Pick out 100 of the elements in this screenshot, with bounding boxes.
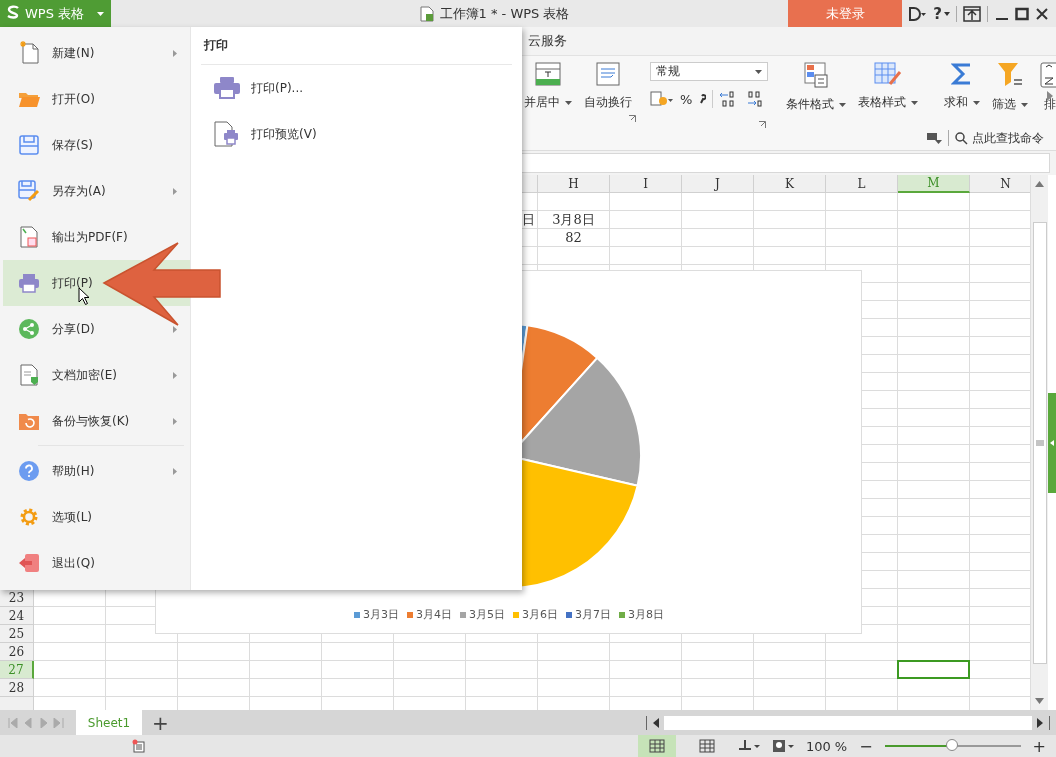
table-cell bbox=[610, 193, 682, 211]
table-cell bbox=[250, 679, 322, 697]
sheet-tab[interactable]: Sheet1 bbox=[76, 710, 142, 735]
number-format-dropdown[interactable]: 常规 bbox=[650, 62, 768, 81]
table-cell bbox=[610, 661, 682, 679]
side-panel-handle[interactable] bbox=[1048, 392, 1056, 493]
scroll-thumb[interactable] bbox=[1032, 221, 1047, 664]
backup-folder-icon bbox=[18, 411, 40, 431]
legend-label: 3月6日 bbox=[522, 607, 558, 622]
menu-item[interactable]: 新建(N) bbox=[0, 30, 190, 76]
table-cell bbox=[610, 643, 682, 661]
table-cell bbox=[754, 661, 826, 679]
table-cell bbox=[34, 661, 106, 679]
help-button[interactable]: ? bbox=[933, 4, 950, 23]
table-cell: 82 bbox=[538, 229, 610, 247]
page-layout-icon[interactable] bbox=[737, 739, 760, 753]
table-cell bbox=[682, 211, 754, 229]
row-header[interactable]: 26 bbox=[0, 643, 34, 661]
gear-icon bbox=[19, 507, 39, 527]
table-cell bbox=[898, 607, 970, 625]
ribbon-tab[interactable]: 云服务 bbox=[528, 32, 567, 50]
row-header[interactable]: 25 bbox=[0, 625, 34, 643]
percent-button[interactable]: % bbox=[680, 91, 693, 107]
column-header[interactable]: K bbox=[754, 175, 826, 193]
normal-view-button[interactable] bbox=[637, 735, 676, 757]
menu-item[interactable]: 输出为PDF(F) bbox=[0, 214, 190, 260]
caret-icon bbox=[973, 100, 980, 105]
table-cell bbox=[394, 643, 466, 661]
menu-item[interactable]: 另存为(A) bbox=[0, 168, 190, 214]
zoom-percentage[interactable]: 100 % bbox=[805, 738, 848, 754]
menu-item[interactable]: 备份与恢复(K) bbox=[0, 398, 190, 444]
table-cell bbox=[682, 661, 754, 679]
table-cell bbox=[610, 679, 682, 697]
menu-item[interactable]: 文档加密(E) bbox=[0, 352, 190, 398]
table-cell bbox=[538, 193, 610, 211]
zoom-in-button[interactable]: + bbox=[1032, 736, 1046, 756]
ribbon-button[interactable]: 自动换行 bbox=[578, 56, 638, 124]
scroll-right-icon[interactable] bbox=[1037, 717, 1043, 728]
scroll-left-icon[interactable] bbox=[653, 717, 659, 728]
close-icon[interactable] bbox=[1034, 6, 1049, 21]
submenu-item[interactable]: 打印(P)... bbox=[201, 65, 512, 111]
command-search-field[interactable]: 点此查找命令 bbox=[955, 131, 1050, 145]
table-cell bbox=[538, 643, 610, 661]
launcher-icon[interactable] bbox=[629, 115, 636, 122]
menu-item[interactable]: 保存(S) bbox=[0, 122, 190, 168]
column-header[interactable]: H bbox=[538, 175, 610, 193]
row-header[interactable]: 24 bbox=[0, 607, 34, 625]
menu-item[interactable]: 打开(O) bbox=[0, 76, 190, 122]
selected-cell[interactable] bbox=[897, 660, 970, 679]
window-title: 工作簿1 * - WPS 表格 bbox=[439, 4, 570, 23]
table-cell bbox=[826, 247, 898, 265]
page-grid-icon bbox=[698, 739, 715, 753]
menu-item[interactable]: 分享(D) bbox=[0, 306, 190, 352]
table-cell bbox=[34, 643, 106, 661]
menu-item[interactable]: 退出(Q) bbox=[0, 540, 190, 586]
zoom-out-button[interactable]: − bbox=[859, 736, 873, 756]
ribbon-button[interactable]: 表格样式 bbox=[852, 56, 924, 124]
table-cell bbox=[898, 211, 970, 229]
ribbon-button[interactable]: 筛选 bbox=[986, 56, 1034, 124]
upload-icon[interactable] bbox=[963, 5, 982, 22]
column-header[interactable]: J bbox=[682, 175, 754, 193]
table-cell bbox=[538, 679, 610, 697]
currency-icon[interactable] bbox=[650, 91, 674, 107]
collapse-ribbon-icon[interactable] bbox=[926, 132, 942, 144]
table-cell bbox=[898, 445, 970, 463]
zoom-slider[interactable] bbox=[884, 739, 1021, 753]
table-cell bbox=[610, 211, 682, 229]
comma-icon[interactable] bbox=[698, 93, 707, 105]
table-cell bbox=[538, 661, 610, 679]
submenu-arrow-icon bbox=[173, 50, 177, 57]
table-cell bbox=[898, 355, 970, 373]
scroll-up-icon[interactable] bbox=[1035, 181, 1044, 187]
table-cell bbox=[898, 409, 970, 427]
table-cell bbox=[682, 193, 754, 211]
vertical-scrollbar[interactable] bbox=[1030, 175, 1048, 710]
reading-mode-icon[interactable] bbox=[771, 739, 794, 753]
table-cell bbox=[826, 211, 898, 229]
menu-item[interactable]: 选项(L) bbox=[0, 494, 190, 540]
logo-icon bbox=[6, 5, 20, 22]
ribbon-button[interactable]: 条件格式 bbox=[780, 56, 852, 124]
launcher-icon[interactable] bbox=[759, 121, 766, 128]
row-header[interactable]: 28 bbox=[0, 679, 34, 697]
submenu-item[interactable]: 打印预览(V) bbox=[201, 111, 512, 157]
ribbon-button[interactable]: 求和 bbox=[938, 56, 986, 124]
table-style-icon bbox=[874, 62, 902, 86]
column-header[interactable]: N bbox=[970, 175, 1030, 193]
table-cell bbox=[106, 661, 178, 679]
ribbon-button[interactable]: 排 bbox=[1034, 56, 1056, 124]
menu-item[interactable]: 帮助(H) bbox=[0, 448, 190, 494]
document-status-icon[interactable] bbox=[132, 739, 146, 753]
add-sheet-button[interactable]: + bbox=[152, 710, 169, 735]
column-header[interactable]: I bbox=[610, 175, 682, 193]
skin-icon[interactable] bbox=[909, 6, 928, 21]
column-header[interactable]: L bbox=[826, 175, 898, 193]
legend-label: 3月5日 bbox=[469, 607, 505, 622]
maximize-icon[interactable] bbox=[1014, 6, 1029, 21]
table-cell bbox=[106, 643, 178, 661]
print-preview-icon bbox=[213, 121, 241, 147]
scroll-down-icon[interactable] bbox=[1035, 698, 1044, 704]
table-cell bbox=[394, 661, 466, 679]
